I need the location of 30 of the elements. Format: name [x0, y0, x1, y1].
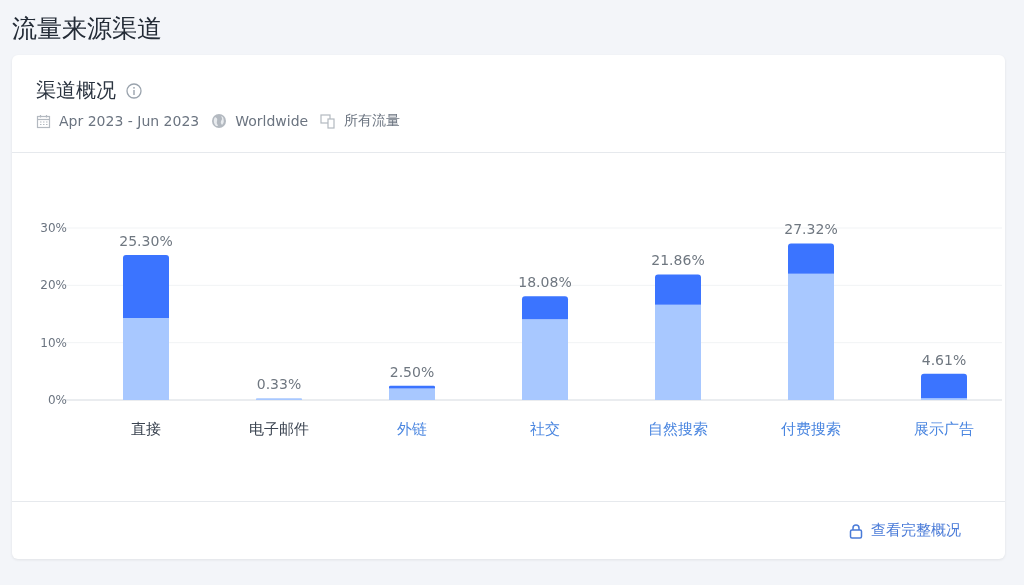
- card-title: 渠道概况: [36, 77, 116, 104]
- category-link[interactable]: 外链: [397, 420, 427, 438]
- value-label: 21.86%: [651, 252, 705, 269]
- axis-tick-label: 0%: [47, 393, 67, 407]
- category-link[interactable]: 自然搜索: [648, 420, 708, 438]
- value-label: 0.33%: [256, 376, 302, 393]
- value-label: 25.30%: [119, 232, 173, 249]
- devices-icon: [320, 113, 337, 129]
- axis-tick-label: 10%: [40, 335, 67, 350]
- value-label: 4.61%: [921, 351, 967, 368]
- category-link[interactable]: 付费搜索: [781, 420, 841, 438]
- lock-icon: [849, 522, 863, 539]
- axis-tick-label: 30%: [40, 221, 67, 235]
- category-link[interactable]: 展示广告: [914, 420, 974, 438]
- category-link[interactable]: 社交: [530, 420, 560, 438]
- value-label: 27.32%: [784, 221, 838, 238]
- value-label: 18.08%: [518, 274, 572, 291]
- category-label: 直接: [131, 420, 161, 438]
- calendar-icon: [36, 113, 51, 129]
- value-label: 2.50%: [389, 363, 435, 380]
- page-title: 流量来源渠道: [12, 13, 163, 45]
- bar-segment: [123, 254, 169, 318]
- category-label: 电子邮件: [249, 420, 309, 438]
- filter-label: Apr 2023 - Jun 2023: [59, 113, 200, 129]
- info-icon[interactable]: [126, 82, 142, 99]
- filter-label: 所有流量: [344, 112, 401, 130]
- full-overview-link[interactable]: 查看完整概况: [849, 521, 961, 540]
- axis-tick-label: 20%: [40, 278, 67, 293]
- globe-icon: [211, 113, 228, 129]
- filter-label: Worldwide: [235, 113, 309, 129]
